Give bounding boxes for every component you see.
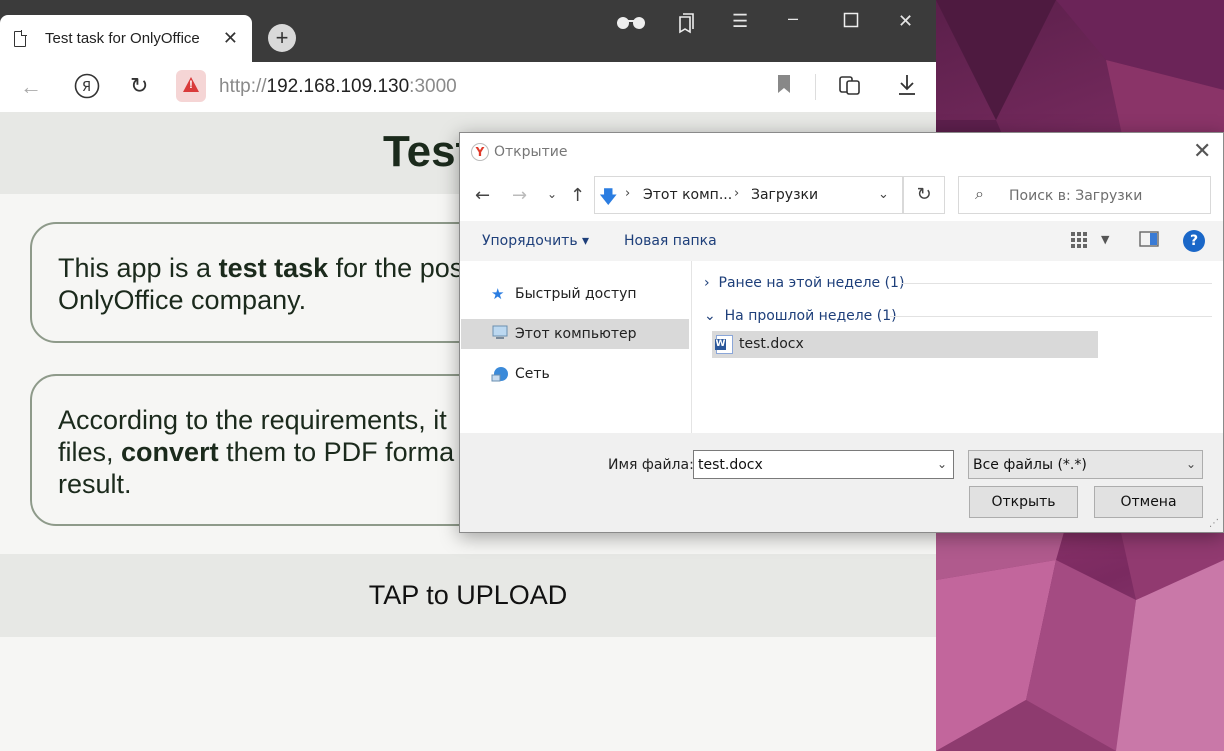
yandex-logo-icon: Y: [471, 143, 489, 161]
address-bar[interactable]: http://192.168.109.130:3000: [219, 76, 457, 98]
upload-button[interactable]: TAP to UPLOAD: [0, 554, 936, 637]
reload-icon[interactable]: ↻: [130, 73, 148, 99]
new-folder-button[interactable]: Новая папка: [624, 233, 717, 249]
resize-grip-icon[interactable]: ⋰: [1209, 518, 1219, 529]
organize-button[interactable]: Упорядочить ▾: [482, 233, 589, 249]
chevron-down-icon[interactable]: ⌄: [1186, 457, 1196, 471]
open-button[interactable]: Открыть: [969, 486, 1078, 518]
dialog-search-input[interactable]: ⌕ Поиск в: Загрузки: [958, 176, 1211, 214]
dialog-refresh-icon[interactable]: ↻: [903, 176, 945, 214]
breadcrumb-this-pc[interactable]: Этот комп...: [643, 187, 732, 203]
dialog-forward-icon[interactable]: →: [512, 185, 527, 206]
req-text-1: According to the requirements, it: [58, 405, 447, 435]
file-type-select[interactable]: Все файлы (*.*) ⌄: [968, 450, 1203, 479]
group-divider: [902, 283, 1212, 284]
dialog-up-icon[interactable]: ↑: [570, 185, 585, 206]
req-text-4: result.: [58, 469, 132, 499]
filename-label: Имя файла:: [608, 457, 694, 473]
breadcrumb-separator-icon[interactable]: ›: [734, 186, 739, 201]
collapse-chevron-icon: ⌄: [704, 308, 716, 324]
tab-strip: Test task for OnlyOffice ✕ + ☰ – ✕: [0, 0, 936, 62]
intro-text-3: OnlyOffice company.: [58, 285, 307, 315]
new-tab-button[interactable]: +: [268, 24, 296, 52]
help-icon[interactable]: ?: [1183, 230, 1205, 252]
tab-close-icon[interactable]: ✕: [223, 28, 238, 49]
view-dropdown-icon[interactable]: ▼: [1101, 233, 1109, 246]
download-icon[interactable]: [897, 73, 917, 103]
breadcrumb-downloads[interactable]: Загрузки: [751, 187, 818, 203]
computer-icon: [491, 325, 509, 345]
dialog-back-icon[interactable]: ←: [475, 185, 490, 206]
dialog-navigation-pane: ★ Быстрый доступ Этот компьютер Сеть: [460, 261, 692, 433]
file-name: test.docx: [739, 336, 804, 352]
dialog-footer: Имя файла: test.docx ⌄ Все файлы (*.*) ⌄…: [460, 433, 1223, 532]
collections-icon[interactable]: [676, 13, 696, 40]
sidebar-item-label: Этот компьютер: [515, 326, 637, 342]
group-divider: [890, 316, 1212, 317]
address-dropdown-chevron-icon[interactable]: ⌄: [878, 187, 889, 202]
url-scheme: http://: [219, 76, 267, 97]
group-label: Ранее на этой неделе (1): [718, 275, 905, 291]
extensions-icon[interactable]: [838, 74, 862, 102]
yandex-icon[interactable]: Я: [74, 73, 100, 105]
star-icon: ★: [491, 285, 505, 303]
open-file-dialog: Y Открытие ✕ ← → ⌄ ↑ 🡇 › Этот комп... › …: [459, 132, 1224, 533]
url-host: 192.168.109.130: [266, 76, 410, 97]
network-icon: [491, 365, 511, 387]
back-icon[interactable]: ←: [20, 74, 42, 100]
file-item-test-docx[interactable]: test.docx: [712, 331, 1098, 358]
preview-pane-icon[interactable]: [1139, 231, 1159, 251]
bookmark-icon[interactable]: [776, 74, 792, 100]
chevron-down-icon[interactable]: ⌄: [937, 457, 947, 471]
sidebar-item-quick-access[interactable]: ★ Быстрый доступ: [461, 279, 689, 309]
search-placeholder: Поиск в: Загрузки: [1009, 188, 1143, 204]
dialog-close-icon[interactable]: ✕: [1193, 139, 1211, 164]
expand-chevron-icon: ›: [704, 275, 710, 291]
filename-value: test.docx: [698, 457, 763, 473]
document-icon: [14, 30, 27, 47]
page-title: Test: [383, 127, 471, 176]
intro-text-bold: test task: [218, 253, 329, 283]
menu-icon[interactable]: ☰: [732, 11, 748, 32]
insecure-warning-icon[interactable]: [176, 70, 206, 102]
toolbar-divider: [815, 74, 816, 100]
dialog-address-bar[interactable]: 🡇 › Этот комп... › Загрузки ⌄: [594, 176, 903, 214]
req-text-3: them to PDF forma: [218, 437, 455, 467]
intro-text-1: This app is a: [58, 253, 219, 283]
dialog-title: Открытие: [494, 144, 568, 160]
group-this-week[interactable]: › Ранее на этой неделе (1): [704, 275, 904, 291]
breadcrumb-separator-icon[interactable]: ›: [625, 186, 630, 201]
sidebar-item-network[interactable]: Сеть: [461, 359, 689, 389]
sidebar-item-label: Быстрый доступ: [515, 286, 637, 302]
downloads-folder-icon: 🡇: [599, 187, 618, 208]
filename-input[interactable]: test.docx ⌄: [693, 450, 954, 479]
sidebar-item-this-pc[interactable]: Этот компьютер: [461, 319, 689, 349]
file-type-value: Все файлы (*.*): [973, 457, 1087, 473]
intro-text-2: for the pos: [328, 253, 464, 283]
svg-text:Я: Я: [82, 80, 91, 95]
req-text-bold: convert: [121, 437, 219, 467]
search-icon: ⌕: [975, 184, 984, 203]
recent-locations-chevron-icon[interactable]: ⌄: [547, 187, 557, 201]
group-label: На прошлой неделе (1): [724, 308, 897, 324]
minimize-icon[interactable]: –: [788, 8, 798, 29]
sidebar-item-label: Сеть: [515, 366, 550, 382]
word-document-icon: [715, 335, 733, 354]
req-text-2: files,: [58, 437, 122, 467]
tab-title: Test task for OnlyOffice: [45, 30, 200, 47]
cancel-button[interactable]: Отмена: [1094, 486, 1203, 518]
view-options-icon[interactable]: [1070, 231, 1088, 253]
group-last-week[interactable]: ⌄ На прошлой неделе (1): [704, 308, 897, 324]
incognito-glasses-icon[interactable]: [615, 12, 647, 37]
maximize-icon[interactable]: [843, 12, 859, 33]
close-window-icon[interactable]: ✕: [898, 11, 913, 32]
url-port: :3000: [409, 76, 457, 97]
tab-test-task[interactable]: Test task for OnlyOffice ✕: [0, 15, 252, 62]
